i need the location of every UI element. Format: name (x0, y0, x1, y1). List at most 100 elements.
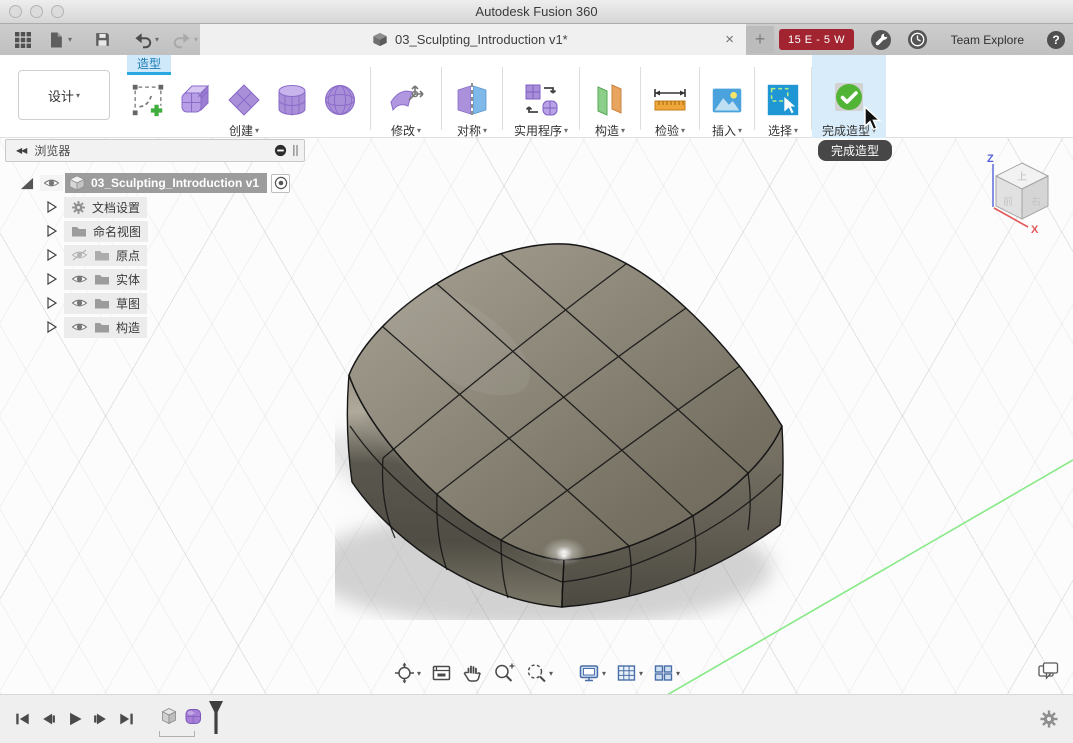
folder-icon (95, 251, 109, 261)
visibility-eye-icon[interactable] (40, 175, 63, 191)
viewport-3d[interactable]: 上 前 右 Z X ◀◀ 浏览器 03_Sculpting_Introducti… (0, 138, 1073, 694)
app-toolbar: 03_Sculpting_Introduction v1* × + 15 E -… (0, 24, 1073, 55)
undo-button[interactable] (130, 29, 162, 51)
expand-collapse-icon[interactable] (19, 176, 34, 191)
timeline-settings-gear-icon[interactable] (1039, 709, 1059, 729)
folder-icon (95, 275, 109, 285)
expand-icon[interactable] (45, 296, 58, 310)
box-primitive-icon (181, 84, 210, 113)
insert-button[interactable] (703, 78, 751, 122)
inspect-measure-icon (654, 89, 686, 111)
group-create: 创建 (118, 55, 370, 138)
visibility-off-eye-icon[interactable] (71, 249, 88, 261)
expand-icon[interactable] (45, 272, 58, 286)
help-icon[interactable]: ? (1047, 30, 1065, 49)
browser-row-named-views[interactable]: 命名视图 (5, 219, 305, 243)
job-status-badge[interactable]: 15 E - 5 W (779, 29, 854, 50)
browser-row-origin[interactable]: 原点 (5, 243, 305, 267)
modify-button[interactable] (382, 78, 430, 122)
browser-root-row[interactable]: 03_Sculpting_Introduction v1 (5, 171, 305, 195)
utilities-button[interactable] (517, 78, 565, 122)
activate-component-radio[interactable] (271, 173, 291, 193)
undo-icon (135, 32, 152, 48)
browser-header[interactable]: ◀◀ 浏览器 (5, 139, 305, 162)
document-cube-icon (373, 32, 387, 47)
step-back-button[interactable] (40, 711, 57, 727)
sculpt-body[interactable] (335, 230, 795, 620)
comments-icon[interactable] (1037, 661, 1060, 680)
document-tab-title: 03_Sculpting_Introduction v1* (395, 32, 568, 47)
redo-icon (173, 32, 190, 48)
create-cylinder-button[interactable] (268, 78, 316, 122)
pan-button[interactable] (461, 662, 483, 684)
modify-icon (390, 85, 424, 112)
construct-button[interactable] (586, 78, 634, 122)
save-button[interactable] (90, 28, 115, 51)
create-form-button[interactable] (124, 78, 172, 122)
group-modify: 修改 (371, 55, 441, 138)
symmetry-button[interactable] (448, 78, 496, 122)
look-at-button[interactable] (430, 662, 452, 684)
select-button[interactable] (759, 78, 807, 122)
playback-controls (14, 711, 135, 727)
browser-item-label: 命名视图 (93, 224, 142, 239)
timeline-playhead[interactable] (208, 701, 224, 737)
expand-icon[interactable] (45, 200, 58, 214)
job-status-icon[interactable] (870, 29, 892, 51)
expand-icon[interactable] (45, 248, 58, 262)
play-button[interactable] (66, 711, 83, 727)
create-sphere-button[interactable] (316, 78, 364, 122)
expand-icon[interactable] (45, 224, 58, 238)
orbit-icon (394, 662, 414, 684)
insert-image-icon (712, 88, 742, 113)
group-symmetry: 对称 (442, 55, 502, 138)
new-tab-button[interactable]: + (746, 26, 774, 53)
document-tab[interactable]: 03_Sculpting_Introduction v1* × (200, 24, 746, 55)
recent-clock-icon[interactable] (907, 29, 928, 50)
display-settings-button[interactable] (577, 662, 606, 684)
fit-button[interactable] (525, 662, 553, 684)
root-component-chip[interactable]: 03_Sculpting_Introduction v1 (65, 173, 268, 193)
create-box-button[interactable] (172, 78, 220, 122)
browser-row-document-settings[interactable]: 文档设置 (5, 195, 305, 219)
file-menu-button[interactable] (43, 28, 75, 52)
browser-item-label: 原点 (116, 248, 141, 263)
viewports-button[interactable] (652, 662, 680, 684)
visibility-eye-icon[interactable] (71, 297, 88, 309)
pan-hand-icon (463, 665, 481, 682)
timeline-feature-base[interactable] (159, 706, 179, 731)
apps-grid-button[interactable] (10, 28, 36, 52)
visibility-eye-icon[interactable] (71, 321, 88, 333)
visibility-eye-icon[interactable] (71, 273, 88, 285)
workspace-switcher[interactable]: 设计 (18, 70, 110, 120)
inspect-button[interactable] (646, 78, 694, 122)
cylinder-primitive-icon (278, 85, 306, 116)
redo-button[interactable] (169, 29, 201, 51)
expand-icon[interactable] (45, 320, 58, 334)
view-cube[interactable]: 上 前 右 Z X (975, 150, 1070, 245)
utilities-icon (525, 84, 558, 116)
browser-detach-handle[interactable] (293, 144, 299, 157)
sphere-primitive-icon (325, 85, 355, 115)
grid-settings-icon (617, 665, 635, 681)
orbit-button[interactable] (393, 662, 421, 684)
team-explore-label[interactable]: Team Explore (951, 33, 1024, 47)
step-forward-button[interactable] (92, 711, 109, 727)
browser-row-bodies[interactable]: 实体 (5, 267, 305, 291)
timeline-group-bracket (159, 731, 195, 737)
browser-row-construction[interactable]: 构造 (5, 315, 305, 339)
browser-collapse-icon[interactable]: ◀◀ (16, 146, 27, 155)
group-construct: 构造 (580, 55, 640, 138)
grid-settings-button[interactable] (615, 662, 643, 684)
tab-close-icon[interactable]: × (725, 32, 734, 47)
browser-minimize-icon[interactable] (274, 144, 287, 157)
group-utilities: 实用程序 (503, 55, 579, 138)
go-to-end-button[interactable] (118, 711, 135, 727)
browser-item-label: 实体 (116, 272, 141, 287)
browser-row-sketches[interactable]: 草图 (5, 291, 305, 315)
zoom-button[interactable] (492, 662, 516, 684)
select-icon (767, 84, 799, 116)
go-to-start-button[interactable] (14, 711, 31, 727)
create-plane-button[interactable] (220, 78, 268, 122)
timeline-feature-form[interactable] (183, 706, 203, 731)
